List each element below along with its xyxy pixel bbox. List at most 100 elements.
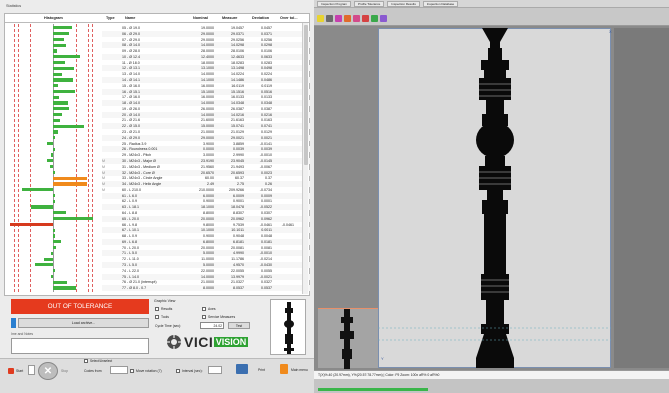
row-name: 09 - Ø 28.0: [122, 49, 140, 54]
col-measure[interactable]: Measure: [222, 16, 237, 20]
histogram-bar: [53, 176, 87, 180]
row-deviation: 0.0021: [261, 135, 272, 140]
col-histogram[interactable]: Histogram: [44, 16, 63, 20]
histogram-bar: [53, 124, 85, 128]
graphic-view-group: Graphic View Results Tools Axes Service …: [152, 299, 268, 355]
axes-checkbox[interactable]: [202, 307, 206, 311]
move-rotation-label: Move rotation (7): [136, 369, 162, 373]
row-deviation: 0.0327: [261, 280, 272, 285]
row-name: 29 - M24x3 - Pitch: [122, 153, 152, 158]
row-measure: 3.8859: [233, 141, 244, 146]
row-measure: 21.9493: [231, 164, 244, 169]
service-label: Service Measures: [208, 315, 236, 319]
row-deviation: 0.26: [265, 182, 272, 187]
table-scrollbar[interactable]: [302, 23, 308, 294]
row-measure: 4.9990: [233, 251, 244, 256]
histogram-bar: [53, 280, 67, 284]
row-type: M: [102, 182, 105, 187]
service-checkbox[interactable]: [202, 315, 206, 319]
row-name: 13 - Ø 14.0: [122, 72, 140, 77]
row-nominal: 8.0000: [203, 286, 214, 291]
histogram-bar: [53, 228, 55, 232]
row-name: 75 - L 14.0: [122, 274, 140, 279]
hand-icon[interactable]: [344, 15, 351, 22]
col-over-tol[interactable]: Over tol...: [280, 16, 298, 20]
part-preview: [270, 299, 306, 355]
yellow-tool-icon[interactable]: [317, 15, 324, 22]
row-deviation: 0.0371: [261, 31, 272, 36]
main-menu-label[interactable]: Main menu: [291, 368, 308, 372]
row-nominal: 20.6570: [201, 170, 214, 175]
row-name: 33 - M24x3 - Circle Angle: [122, 176, 163, 181]
col-name[interactable]: Name: [125, 16, 135, 20]
load-icon[interactable]: [11, 318, 16, 328]
row-nominal: 29.0000: [201, 31, 214, 36]
row-nominal: 21.6000: [201, 118, 214, 123]
table-row[interactable]: 77 - Ø 8.0 - 0.7 8.0000 8.0537 0.0537: [102, 285, 310, 292]
tolerance-line: [14, 24, 15, 292]
row-measure: 6.0009: [233, 193, 244, 198]
status-banner: OUT OF TOLERANCE: [11, 299, 149, 314]
col-nominal[interactable]: Nominal: [193, 16, 208, 20]
histogram-bar: [53, 118, 60, 122]
zoom-icon[interactable]: [335, 15, 342, 22]
test-label: Test: [235, 323, 243, 328]
edit-icon[interactable]: [362, 15, 369, 22]
col-deviation[interactable]: Deviation: [252, 16, 269, 20]
row-deviation: -0.0430: [259, 262, 272, 267]
row-measure: 14.0224: [231, 72, 244, 77]
vision-logo-text: VISION: [214, 337, 248, 347]
print-icon[interactable]: [236, 364, 248, 374]
row-deviation: 0.0129: [261, 130, 272, 135]
row-name: 66 - L 9.8: [122, 222, 138, 227]
row-measure: 21.0129: [231, 130, 244, 135]
viewer-tab[interactable]: Profile Tolerance: [354, 1, 385, 7]
col-type[interactable]: Type: [106, 16, 115, 20]
results-checkbox[interactable]: [155, 307, 159, 311]
row-nominal: 210.0000: [199, 187, 214, 192]
stop-button[interactable]: ✕: [38, 362, 58, 380]
graphic-view-label: Graphic View: [154, 299, 176, 303]
start-icon[interactable]: [8, 368, 14, 374]
row-deviation: 0.0633: [261, 54, 272, 59]
row-deviation: 0.0387: [261, 106, 272, 111]
scrollbar-thumb[interactable]: [304, 25, 308, 165]
grid-icon[interactable]: [371, 15, 378, 22]
row-nominal: 5.0000: [203, 262, 214, 267]
print-label[interactable]: Print: [258, 368, 265, 372]
move-rotation-checkbox[interactable]: [130, 369, 134, 373]
histogram-bar: [53, 182, 87, 186]
row-name: 32 - M24x3 - Core Ø: [122, 170, 155, 175]
interval-field[interactable]: [208, 366, 222, 374]
test-button[interactable]: Test: [228, 322, 250, 329]
row-deviation: -0.0214: [259, 257, 272, 262]
notes-field[interactable]: [11, 338, 149, 354]
x-axis-label: X: [609, 29, 612, 34]
row-measure: 14.0216: [231, 112, 244, 117]
row-type: M: [102, 170, 105, 175]
tools-checkbox[interactable]: [155, 315, 159, 319]
codes-field[interactable]: [110, 366, 128, 374]
measure-icon[interactable]: [353, 15, 360, 22]
viewer-tab[interactable]: Inspection Program: [317, 1, 352, 7]
start-label[interactable]: Start: [16, 369, 23, 373]
viewer-tab[interactable]: Inspection Database: [422, 1, 459, 7]
row-nominal: 14.0000: [201, 101, 214, 106]
start-dropdown[interactable]: [28, 365, 35, 375]
main-menu-icon[interactable]: [280, 364, 288, 374]
row-measure: 8.0537: [233, 286, 244, 291]
row-deviation: 0.0181: [261, 239, 272, 244]
histogram-bar: [53, 170, 55, 174]
color-icon[interactable]: [380, 15, 387, 22]
select-all-checkbox[interactable]: [84, 359, 88, 363]
row-name: 70 - L 20.0: [122, 245, 140, 250]
row-deviation: 0.0457: [261, 26, 272, 30]
interval-checkbox[interactable]: [176, 369, 180, 373]
row-measure: 2.9990: [233, 153, 244, 158]
row-measure: 21.6163: [231, 118, 244, 123]
viewer-tab[interactable]: Inspection Results: [387, 1, 420, 7]
pointer-icon[interactable]: [326, 15, 333, 22]
load-archive-button[interactable]: Load archive...: [18, 318, 149, 328]
row-deviation: 0.0283: [261, 60, 272, 65]
row-deviation: 0.0055: [261, 268, 272, 273]
